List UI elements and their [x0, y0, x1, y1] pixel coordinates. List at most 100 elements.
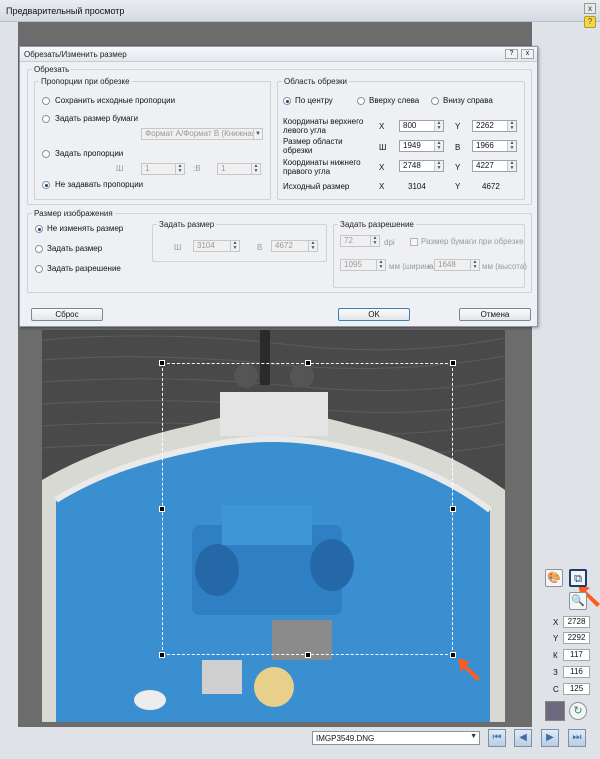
palette-icon[interactable]: 🎨: [545, 569, 563, 587]
coord-label: X: [553, 618, 559, 627]
paper-size-radio[interactable]: [42, 115, 50, 123]
last-icon[interactable]: ⏭: [568, 729, 586, 747]
proportion-h-input[interactable]: 1 ▲ ▼: [217, 163, 261, 175]
crop-area-legend: Область обрезки: [284, 77, 348, 86]
set-resolution-label: Задать разрешение: [47, 264, 121, 273]
set-proportions-radio[interactable]: [42, 150, 50, 158]
window-close-icon[interactable]: x: [584, 3, 596, 14]
top-left-radio[interactable]: [357, 97, 365, 105]
keep-size-radio[interactable]: [35, 225, 43, 233]
coord-label: З: [553, 668, 558, 677]
cancel-button[interactable]: Отмена: [459, 308, 531, 321]
next-icon[interactable]: ▶: [541, 729, 559, 747]
window-title: Предварительный просмотр: [6, 6, 125, 16]
coord-value: 116: [563, 666, 590, 678]
size-width-value: 3104: [197, 241, 215, 250]
crop-icon[interactable]: ⧉: [569, 569, 587, 587]
width-mm-value: 1095: [344, 260, 362, 269]
crop-handle[interactable]: [159, 652, 165, 658]
spin-arrows-icon: ▲ ▼: [470, 260, 479, 270]
height-mm-input[interactable]: 1648 ▲ ▼: [434, 259, 480, 271]
x1-value: 800: [403, 121, 417, 130]
spin-arrows-icon: ▲ ▼: [251, 164, 260, 174]
reset-button[interactable]: Сброс: [31, 308, 103, 321]
area-size-label: Размер области обрезки: [283, 137, 343, 155]
size-height-input[interactable]: 4672 ▲ ▼: [271, 240, 318, 252]
dpi-input[interactable]: 72 ▲ ▼: [340, 235, 380, 247]
set-size-radio[interactable]: [35, 245, 43, 253]
coord-value: 117: [563, 649, 590, 661]
source-height-value: 4672: [482, 182, 500, 191]
y2-input[interactable]: 4227 ▲ ▼: [472, 160, 517, 172]
color-swatch: [545, 701, 565, 721]
w-symbol: Ш: [379, 143, 387, 152]
center-radio[interactable]: [283, 97, 291, 105]
pointer-arrow-icon: [458, 658, 480, 681]
set-proportions-label: Задать пропорции: [55, 149, 124, 158]
crop-handle[interactable]: [159, 506, 165, 512]
keep-proportions-label: Сохранить исходные пропорции: [55, 96, 176, 105]
dpi-value: 72: [344, 236, 353, 245]
crop-handle[interactable]: [450, 360, 456, 366]
crop-handle[interactable]: [305, 360, 311, 366]
file-select-value: IMGP3549.DNG: [316, 734, 375, 743]
crop-resize-dialog: Обрезать/Изменить размер ? x Обрезать Пр…: [19, 46, 538, 327]
set-resolution-group: Задать разрешение: [333, 220, 525, 288]
refresh-icon[interactable]: ↻: [569, 702, 587, 720]
times-symbol: x: [427, 262, 431, 271]
bottom-right-label: Внизу справа: [443, 96, 493, 105]
coord-label: К: [553, 651, 558, 660]
size-width-input[interactable]: 3104 ▲ ▼: [193, 240, 240, 252]
h-symbol: В: [455, 143, 461, 152]
first-icon[interactable]: ⏮: [488, 729, 506, 747]
no-proportions-radio[interactable]: [42, 181, 50, 189]
paper-size-label: Задать размер бумаги: [55, 114, 139, 123]
y-symbol: Y: [455, 163, 461, 172]
bottom-right-coords-label: Координаты нижнего правого угла: [283, 158, 361, 176]
coord-value: 2292: [563, 632, 590, 644]
set-resolution-legend: Задать разрешение: [340, 220, 414, 229]
crop-handle[interactable]: [450, 506, 456, 512]
x2-input[interactable]: 2748 ▲ ▼: [399, 160, 444, 172]
width-mm-input[interactable]: 1095 ▲ ▼: [340, 259, 386, 271]
help-icon[interactable]: ?: [505, 49, 518, 59]
height-input[interactable]: 1966 ▲ ▼: [472, 140, 517, 152]
spin-arrows-icon: ▲ ▼: [308, 241, 317, 251]
help-icon[interactable]: ?: [584, 16, 596, 28]
paper-size-checkbox[interactable]: [410, 238, 418, 246]
set-size-label: Задать размер: [47, 244, 103, 253]
no-proportions-label: Не задавать пропорции: [55, 180, 144, 189]
width-input[interactable]: 1949 ▲ ▼: [399, 140, 444, 152]
size-h-symbol: В: [257, 243, 263, 252]
coord-value: 125: [563, 683, 590, 695]
image-size-legend: Размер изображения: [34, 209, 113, 218]
spin-arrows-icon: ▲ ▼: [434, 141, 443, 151]
crop-handle[interactable]: [305, 652, 311, 658]
y1-input[interactable]: 2262 ▲ ▼: [472, 120, 517, 132]
file-select[interactable]: IMGP3549.DNG ▼: [312, 731, 480, 745]
spin-arrows-icon: ▲ ▼: [376, 260, 385, 270]
paper-size-check-label: Размер бумаги при обрезке: [421, 237, 524, 246]
set-size-legend: Задать размер: [159, 220, 215, 229]
coord-label: С: [553, 685, 559, 694]
y1-value: 2262: [476, 121, 494, 130]
x1-input[interactable]: 800 ▲ ▼: [399, 120, 444, 132]
x2-value: 2748: [403, 161, 421, 170]
close-icon[interactable]: x: [521, 49, 534, 59]
prev-icon[interactable]: ◀: [514, 729, 532, 747]
proportion-w-input[interactable]: 1 ▲ ▼: [141, 163, 185, 175]
proportions-legend: Пропорции при обрезке: [41, 77, 130, 86]
dpi-unit: dpi: [384, 238, 395, 247]
paper-format-select[interactable]: Формат A/Формат B (Книжная) ▼: [141, 128, 263, 140]
bottom-right-radio[interactable]: [431, 97, 439, 105]
keep-proportions-radio[interactable]: [42, 97, 50, 105]
set-resolution-radio[interactable]: [35, 265, 43, 273]
ok-button[interactable]: OK: [338, 308, 410, 321]
zoom-icon[interactable]: 🔍: [569, 592, 587, 610]
crop-handle[interactable]: [159, 360, 165, 366]
spin-arrows-icon: ▲ ▼: [434, 161, 443, 171]
crop-frame[interactable]: [162, 363, 453, 655]
y-symbol: Y: [455, 122, 461, 131]
proportion-w-symbol: Ш: [116, 164, 124, 173]
x-symbol: X: [379, 122, 385, 131]
